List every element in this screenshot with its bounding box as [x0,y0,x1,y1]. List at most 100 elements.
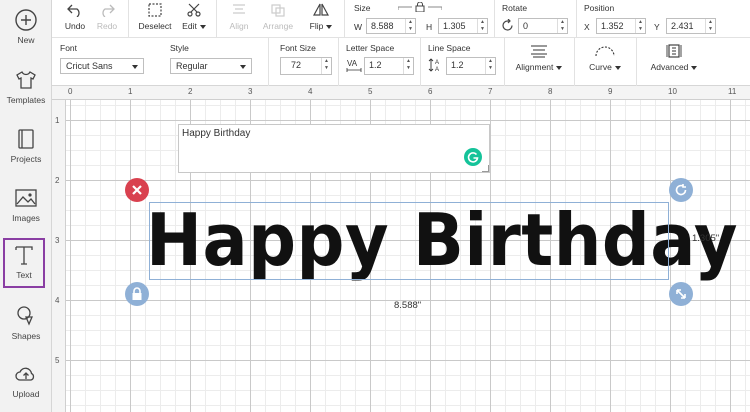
projects-icon [18,129,34,149]
align-dropdown[interactable]: Align [222,3,256,31]
letter-space-value: 1.2 [369,60,382,70]
rotate-handle[interactable] [669,178,693,202]
sidebar-item-upload[interactable]: Upload [0,362,52,412]
x-input[interactable]: 1.352 ▲ ▼ [596,18,646,34]
arrange-label: Arrange [262,21,294,31]
edit-toolbar-row: Undo Redo Deselect Edit Align Arrange Fl… [52,0,750,38]
sidebar-item-projects[interactable]: Projects [0,127,52,183]
sidebar-item-label: Projects [10,154,42,164]
ruler-tick-label: 7 [488,87,493,96]
shapes-icon [17,306,33,326]
arrange-dropdown[interactable]: Arrange [258,3,298,31]
font-size-label: Font Size [280,43,316,53]
alignment-dropdown[interactable]: Alignment [510,44,568,72]
toolbar-divider [576,0,577,38]
width-input[interactable]: 8.588 ▲ ▼ [366,18,416,34]
style-label: Style [170,43,189,53]
rotate-value: 0 [523,21,529,31]
text-edit-box[interactable]: Happy Birthday [178,124,490,173]
rotate-icon [675,184,687,196]
ruler-tick-label: 11 [728,87,737,96]
flip-icon [312,3,330,16]
resize-grip-icon[interactable] [482,165,489,172]
undo-button[interactable]: Undo [60,3,90,31]
font-size-input[interactable]: 72 ▲ ▼ [280,57,332,75]
sidebar-item-label: Text [16,270,32,280]
ruler-tick-label: 8 [548,87,553,96]
svg-text:A: A [435,60,439,66]
deselect-icon [148,3,162,17]
redo-button[interactable]: Redo [92,3,122,31]
grammarly-icon[interactable] [464,148,482,166]
lock-icon [132,287,142,300]
flip-label: Flip [306,21,336,31]
edit-dropdown[interactable]: Edit [178,3,210,31]
toolbar-divider [338,38,339,86]
sidebar-item-shapes[interactable]: Shapes [0,304,52,360]
ruler-tick-label: 5 [55,356,60,365]
letter-space-label: Letter Space [346,43,395,53]
letter-space-icon: VA [346,59,362,72]
scale-handle[interactable] [669,282,693,306]
style-value: Regular [176,61,208,71]
upload-cloud-icon [15,367,35,381]
line-space-icon: AA [428,58,439,73]
toolbar-divider [636,38,637,86]
style-select[interactable]: Regular [170,58,252,74]
undo-icon [67,4,80,18]
sidebar-item-images[interactable]: Images [0,186,52,242]
ruler-tick-label: 4 [308,87,313,96]
flip-dropdown[interactable]: Flip [306,3,336,31]
toolbar-divider [420,38,421,86]
line-space-value: 1.2 [451,60,464,70]
ruler-tick-label: 3 [55,236,60,245]
width-value: 8.588 [371,21,394,31]
lock-aspect-icon[interactable] [398,2,442,12]
left-ruler: 1 2 3 4 5 [52,100,66,412]
align-label: Align [229,21,249,31]
lock-handle[interactable] [125,282,149,306]
scissors-icon [187,3,201,17]
height-dimension-readout: 1.305" [692,233,720,244]
sidebar-item-label: Upload [12,389,40,399]
toolbar-divider [494,0,495,38]
font-label: Font [60,43,78,53]
toolbar-divider [216,0,217,38]
curve-dropdown[interactable]: Curve [582,44,628,72]
sidebar-item-templates[interactable]: Templates [0,68,52,124]
y-input[interactable]: 2.431 ▲ ▼ [666,18,716,34]
ruler-tick-label: 10 [668,87,677,96]
font-size-value: 72 [291,60,302,70]
y-label: Y [654,22,660,32]
advanced-dropdown[interactable]: Advanced [644,44,704,72]
curve-label: Curve [582,62,628,72]
line-space-input[interactable]: 1.2 ▲ ▼ [446,57,496,75]
sidebar-item-label: Shapes [11,331,41,341]
resize-diagonal-icon [676,289,686,299]
sidebar-item-text[interactable]: Text [3,238,45,288]
font-select[interactable]: Cricut Sans [60,58,144,74]
height-input[interactable]: 1.305 ▲ ▼ [438,18,488,34]
svg-text:A: A [435,67,439,73]
undo-label: Undo [64,21,86,31]
size-label: Size [354,3,371,13]
width-dimension-readout: 8.588" [394,300,422,311]
edit-label: Edit [178,21,210,31]
chevron-down-icon [240,65,246,69]
delete-handle[interactable] [125,178,149,202]
grammarly-g-glyph [467,152,479,163]
ruler-tick-label: 5 [368,87,373,96]
sidebar-item-new[interactable]: New [0,8,52,64]
chevron-down-icon [132,65,138,69]
top-toolbar: Undo Redo Deselect Edit Align Arrange Fl… [52,0,750,86]
toolbar-divider [574,38,575,86]
redo-label: Redo [96,21,118,31]
ruler-tick-label: 2 [188,87,193,96]
deselect-button[interactable]: Deselect [136,3,174,31]
sidebar-item-label: Images [12,213,40,223]
text-edit-value: Happy Birthday [182,128,251,139]
letter-space-input[interactable]: 1.2 ▲ ▼ [364,57,414,75]
rotate-input[interactable]: 0 ▲ ▼ [518,18,568,34]
left-sidebar: New Templates Projects Images Text Shape… [0,0,52,412]
arrange-icon [271,4,285,17]
